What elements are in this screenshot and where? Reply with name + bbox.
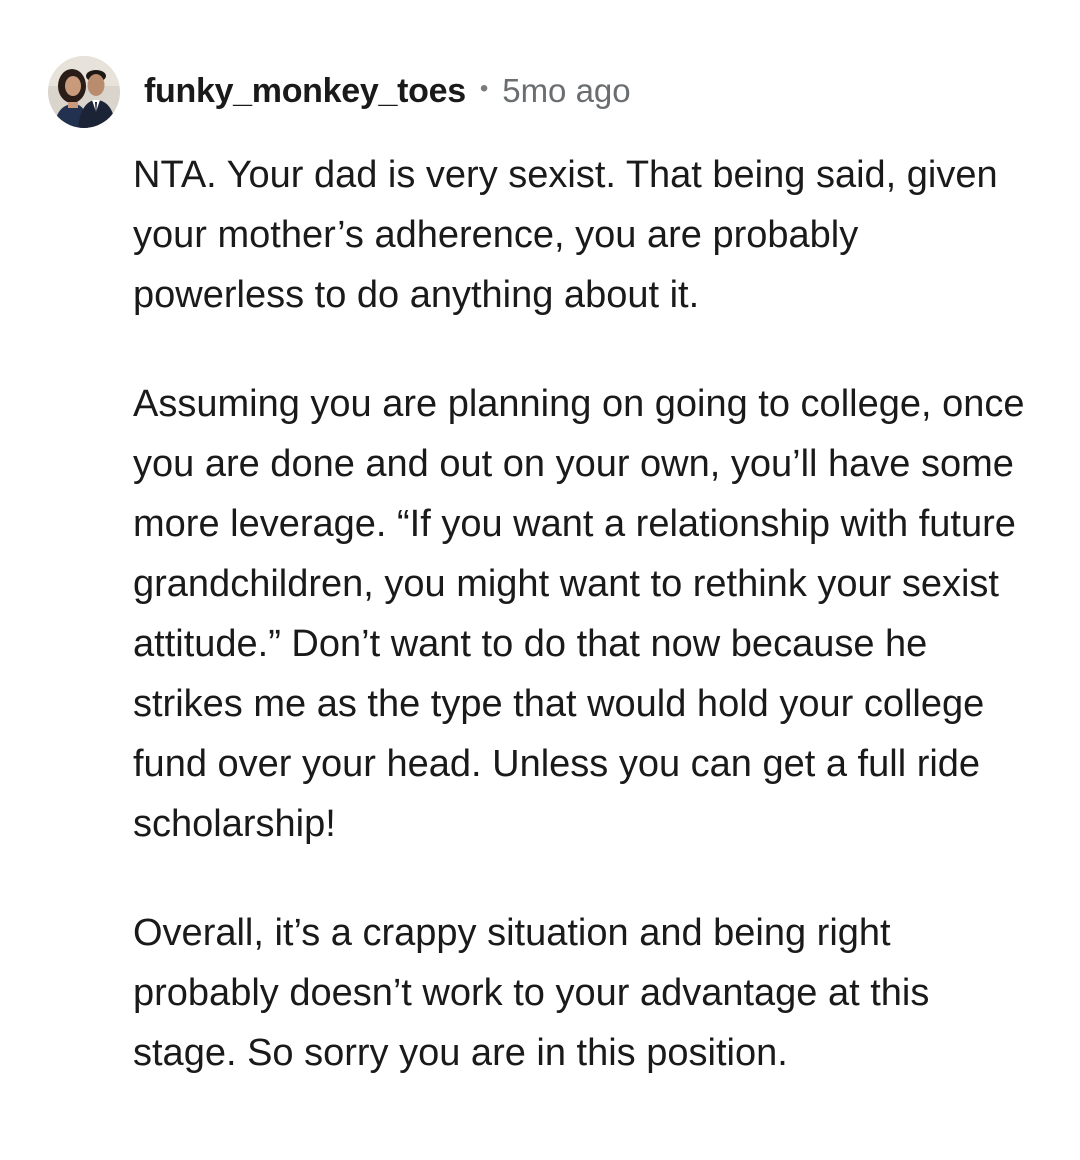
comment-header: funky_monkey_toes • 5mo ago: [144, 68, 631, 114]
comment-paragraph: Assuming you are planning on going to co…: [133, 383, 1025, 845]
comment-paragraph: Overall, it’s a crappy situation and bei…: [133, 912, 930, 1074]
comment-body: NTA. Your dad is very sexist. That being…: [133, 145, 1033, 1083]
author-username[interactable]: funky_monkey_toes: [144, 72, 466, 111]
comment-paragraph: NTA. Your dad is very sexist. That being…: [133, 154, 998, 316]
comment: funky_monkey_toes • 5mo ago NTA. Your da…: [0, 0, 1080, 1160]
user-avatar[interactable]: [48, 56, 120, 128]
comment-timestamp: 5mo ago: [502, 72, 631, 109]
avatar-photo-icon: [48, 56, 120, 128]
meta-separator: •: [479, 75, 489, 102]
